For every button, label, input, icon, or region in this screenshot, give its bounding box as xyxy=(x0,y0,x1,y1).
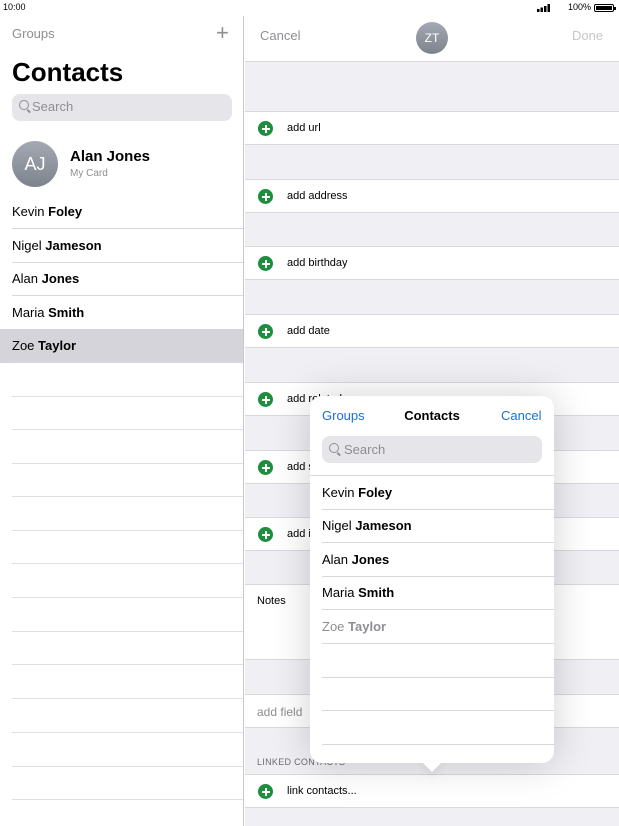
search-placeholder: Search xyxy=(344,442,386,457)
list-separator xyxy=(322,677,554,678)
search-icon xyxy=(329,443,339,453)
search-placeholder: Search xyxy=(32,99,74,114)
list-item[interactable]: Alan Jones xyxy=(310,543,554,577)
search-input[interactable]: Search xyxy=(12,94,232,121)
add-circle-icon[interactable] xyxy=(258,784,273,799)
list-separator xyxy=(322,744,554,745)
list-separator xyxy=(12,799,243,800)
contacts-list-panel: Groups + Contacts Search AJ Alan Jones M… xyxy=(0,16,244,826)
add-date-row[interactable]: add date xyxy=(245,314,619,348)
add-circle-icon[interactable] xyxy=(258,256,273,271)
list-separator xyxy=(12,463,243,464)
add-circle-icon[interactable] xyxy=(258,392,273,407)
list-item[interactable]: Maria Smith xyxy=(0,296,243,330)
list-item-disabled: Zoe Taylor xyxy=(310,610,554,644)
list-separator xyxy=(12,530,243,531)
add-address-row[interactable]: add address xyxy=(245,179,619,213)
add-circle-icon[interactable] xyxy=(258,121,273,136)
contact-picker-popover: Contacts Groups Cancel Search Kevin Fole… xyxy=(310,396,554,763)
signal-icon xyxy=(537,4,550,12)
groups-button[interactable]: Groups xyxy=(12,26,55,41)
popover-arrow xyxy=(422,762,442,772)
avatar: AJ xyxy=(12,141,58,187)
list-separator xyxy=(12,429,243,430)
done-button[interactable]: Done xyxy=(572,28,603,43)
list-separator xyxy=(12,631,243,632)
list-item[interactable]: Kevin Foley xyxy=(310,476,554,510)
list-item[interactable]: Nigel Jameson xyxy=(310,509,554,543)
list-separator xyxy=(12,698,243,699)
list-separator xyxy=(12,496,243,497)
list-item[interactable]: Nigel Jameson xyxy=(0,229,243,263)
search-input[interactable]: Search xyxy=(322,436,542,463)
list-separator xyxy=(12,563,243,564)
list-item[interactable]: Maria Smith xyxy=(310,576,554,610)
cancel-button[interactable]: Cancel xyxy=(260,28,300,43)
cancel-button[interactable]: Cancel xyxy=(501,408,541,423)
battery-icon xyxy=(594,4,616,12)
status-time: 10:00 xyxy=(3,2,26,12)
list-separator xyxy=(12,732,243,733)
list-item[interactable]: Kevin Foley xyxy=(0,195,243,229)
add-contact-icon[interactable]: + xyxy=(216,20,229,46)
list-item[interactable]: Alan Jones xyxy=(0,262,243,296)
add-circle-icon[interactable] xyxy=(258,460,273,475)
search-icon xyxy=(19,100,29,110)
list-separator xyxy=(12,597,243,598)
edit-nav-bar: Cancel ZT Done xyxy=(245,16,619,62)
list-separator xyxy=(322,710,554,711)
add-circle-icon[interactable] xyxy=(258,527,273,542)
link-contacts-row[interactable]: link contacts... xyxy=(245,774,619,808)
battery-percent: 100% xyxy=(568,2,592,12)
my-card-subtitle: My Card xyxy=(70,168,108,179)
list-item-selected[interactable]: Zoe Taylor xyxy=(0,329,243,363)
add-circle-icon[interactable] xyxy=(258,324,273,339)
my-card-name: Alan Jones xyxy=(70,148,151,165)
add-circle-icon[interactable] xyxy=(258,189,273,204)
list-separator xyxy=(12,396,243,397)
status-bar: 10:00 100% xyxy=(0,0,619,16)
list-separator xyxy=(12,766,243,767)
list-separator xyxy=(12,664,243,665)
add-url-row[interactable]: add url xyxy=(245,111,619,145)
avatar[interactable]: ZT xyxy=(416,22,448,54)
groups-button[interactable]: Groups xyxy=(322,408,365,423)
page-title: Contacts xyxy=(12,57,124,87)
add-birthday-row[interactable]: add birthday xyxy=(245,246,619,280)
